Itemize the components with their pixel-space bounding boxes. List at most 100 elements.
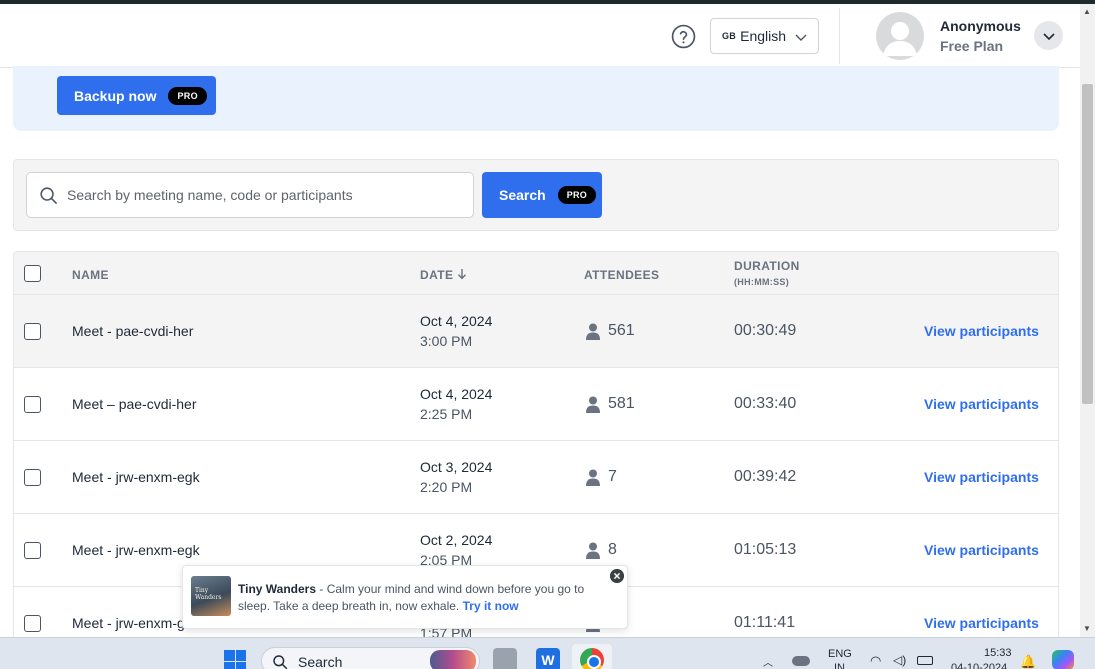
column-duration-unit: (HH:MM:SS)	[734, 277, 789, 287]
search-icon	[40, 187, 57, 204]
table-row[interactable]: Meet - jrw-enxm-egk Oct 3, 2024 2:20 PM …	[14, 441, 1058, 514]
attendee-count: 7	[608, 468, 617, 485]
person-icon	[586, 469, 600, 486]
close-icon[interactable]	[610, 569, 624, 583]
notification-bell-icon[interactable]: 🔔	[1020, 654, 1036, 669]
wifi-icon[interactable]: ◠	[870, 653, 881, 669]
meeting-duration: 00:30:49	[734, 322, 797, 339]
row-checkbox[interactable]	[24, 615, 41, 632]
row-checkbox[interactable]	[24, 396, 41, 413]
tray-overflow-icon[interactable]: ︿	[763, 654, 773, 669]
avatar[interactable]	[876, 12, 924, 60]
column-duration[interactable]: DURATION	[734, 259, 800, 273]
app-header: GB English Anonymous Free Plan	[0, 4, 1080, 68]
battery-icon[interactable]	[917, 656, 933, 665]
user-plan: Free Plan	[940, 38, 1004, 54]
meeting-duration: 00:33:40	[734, 395, 797, 412]
backup-now-button[interactable]: Backup now PRO	[57, 76, 216, 115]
question-circle-icon[interactable]	[671, 24, 696, 49]
w-app-icon[interactable]: W	[536, 648, 560, 669]
user-menu-button[interactable]	[1034, 21, 1063, 50]
file-explorer-icon[interactable]	[493, 648, 517, 669]
meeting-date: Oct 2, 2024	[420, 532, 493, 548]
taskbar-search-label: Search	[298, 654, 343, 669]
arrow-down-icon	[458, 269, 467, 280]
scrollbar-thumb[interactable]	[1082, 84, 1093, 404]
input-region[interactable]: IN	[834, 662, 845, 669]
page-scrollbar[interactable]: ▲ ▼	[1080, 4, 1095, 637]
person-icon	[586, 323, 600, 340]
view-participants-link[interactable]: View participants	[924, 615, 1039, 631]
pro-badge: PRO	[557, 186, 597, 204]
scroll-up-icon[interactable]: ▲	[1083, 7, 1091, 16]
user-silhouette-icon	[883, 22, 917, 56]
row-checkbox[interactable]	[24, 323, 41, 340]
view-participants-link[interactable]: View participants	[924, 323, 1039, 339]
clock-date[interactable]: 04-10-2024	[951, 662, 1007, 669]
pro-badge: PRO	[168, 86, 207, 105]
copilot-icon[interactable]	[1052, 650, 1074, 669]
windows-taskbar: Search W ︿ ENG IN ◠ ◁) 15:33 04-10-2024 …	[0, 637, 1095, 669]
chevron-down-icon	[1042, 32, 1055, 40]
meeting-date: Oct 4, 2024	[420, 386, 493, 402]
meeting-duration: 01:11:41	[734, 614, 796, 631]
view-participants-link[interactable]: View participants	[924, 542, 1039, 558]
meeting-time: 2:20 PM	[420, 479, 473, 495]
meeting-duration: 01:05:13	[734, 541, 797, 558]
attendee-count: 561	[608, 322, 635, 339]
row-checkbox[interactable]	[24, 469, 41, 486]
toast-title: Tiny Wanders	[238, 582, 317, 596]
meeting-time: 2:25 PM	[420, 406, 473, 422]
person-icon	[586, 396, 600, 413]
table-row[interactable]: Meet – pae-cvdi-her Oct 4, 2024 2:25 PM …	[14, 368, 1058, 441]
table-header: NAME DATE ATTENDEES DURATION (HH:MM:SS)	[14, 252, 1058, 295]
chrome-icon[interactable]	[580, 648, 604, 669]
search-input[interactable]	[67, 174, 467, 216]
taskbar-search[interactable]: Search	[261, 647, 480, 669]
search-button-label: Search	[499, 187, 546, 203]
clock-time[interactable]: 15:33	[984, 647, 1012, 659]
view-participants-link[interactable]: View participants	[924, 469, 1039, 485]
search-field[interactable]	[26, 172, 474, 218]
table-row[interactable]: Meet - pae-cvdi-her Oct 4, 2024 3:00 PM …	[14, 295, 1058, 368]
windows-start-icon[interactable]	[224, 650, 246, 669]
toast-message: Tiny Wanders - Calm your mind and wind d…	[238, 581, 598, 615]
meeting-name: Meet - jrw-enxm-g	[72, 615, 185, 631]
try-it-now-link[interactable]: Try it now	[463, 599, 519, 613]
thumbnail-text: Tiny Wanders	[195, 587, 222, 601]
user-name: Anonymous	[940, 18, 1021, 34]
meeting-date: Oct 3, 2024	[420, 459, 493, 475]
attendee-count: 581	[608, 395, 635, 412]
chevron-down-icon	[795, 34, 807, 41]
input-language[interactable]: ENG	[828, 648, 852, 660]
column-name[interactable]: NAME	[72, 268, 109, 282]
meeting-date: Oct 4, 2024	[420, 313, 493, 329]
row-checkbox[interactable]	[24, 542, 41, 559]
toast-thumbnail: Tiny Wanders	[191, 576, 231, 616]
search-button[interactable]: Search PRO	[482, 172, 602, 218]
search-highlight-image	[430, 650, 476, 669]
meeting-name: Meet - jrw-enxm-egk	[72, 542, 200, 558]
promo-toast[interactable]: Tiny Wanders Tiny Wanders - Calm your mi…	[182, 565, 628, 629]
view-participants-link[interactable]: View participants	[924, 396, 1039, 412]
column-date-label: DATE	[420, 268, 454, 282]
backup-button-label: Backup now	[74, 87, 157, 104]
flag-gb-icon: GB	[722, 31, 737, 41]
meeting-time: 3:00 PM	[420, 333, 473, 349]
meeting-name: Meet – pae-cvdi-her	[72, 396, 197, 412]
column-attendees[interactable]: ATTENDEES	[584, 268, 659, 282]
volume-icon[interactable]: ◁)	[893, 653, 906, 667]
person-icon	[586, 542, 600, 559]
meeting-name: Meet - jrw-enxm-egk	[72, 469, 200, 485]
language-label: English	[740, 28, 787, 44]
search-icon	[273, 655, 288, 669]
header-divider	[839, 8, 840, 64]
column-date[interactable]: DATE	[420, 268, 467, 282]
cloud-icon[interactable]	[792, 656, 810, 666]
scroll-down-icon[interactable]: ▼	[1083, 624, 1091, 633]
meeting-duration: 00:39:42	[734, 468, 797, 485]
select-all-checkbox[interactable]	[24, 265, 41, 282]
language-select[interactable]: GB English	[710, 18, 819, 54]
attendee-count: 8	[608, 541, 617, 558]
meeting-name: Meet - pae-cvdi-her	[72, 323, 194, 339]
